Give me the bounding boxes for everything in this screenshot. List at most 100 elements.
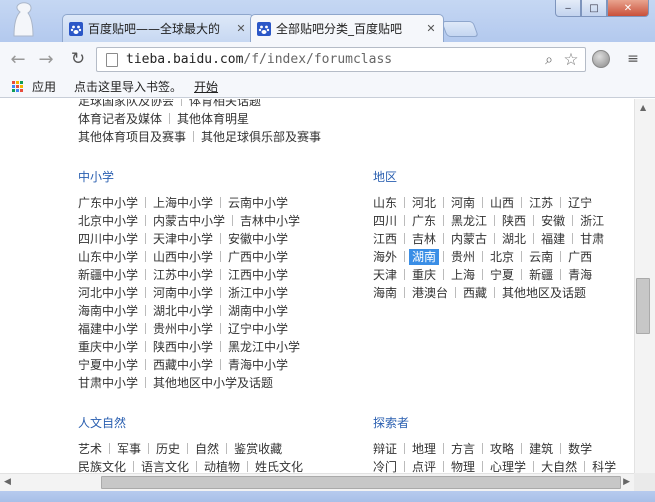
reload-icon[interactable]: ↻ [68, 49, 88, 69]
category-link[interactable]: 甘肃 [580, 232, 604, 246]
category-link[interactable]: 西藏 [463, 286, 487, 300]
category-link[interactable]: 江苏中小学 [153, 268, 213, 282]
category-link[interactable]: 新疆中小学 [78, 268, 138, 282]
category-link[interactable]: 其他体育项目及赛事 [78, 130, 186, 144]
category-link[interactable]: 天津中小学 [153, 232, 213, 246]
category-link[interactable]: 湖南中小学 [228, 304, 288, 318]
scroll-right-arrow-icon[interactable]: ▶ [623, 477, 630, 487]
minimize-button[interactable]: ‒ [555, 0, 581, 17]
category-link[interactable]: 内蒙古中小学 [153, 214, 225, 228]
category-link[interactable]: 物理 [451, 460, 475, 473]
import-bookmarks-link[interactable]: 开始 [194, 78, 218, 95]
category-link[interactable]: 上海中小学 [153, 196, 213, 210]
category-link[interactable]: 民族文化 [78, 460, 126, 473]
apps-grid-icon[interactable] [12, 80, 24, 93]
category-link[interactable]: 地理 [412, 442, 436, 456]
category-link[interactable]: 安徽 [541, 214, 565, 228]
category-link[interactable]: 科学 [592, 460, 616, 473]
category-link[interactable]: 宁夏 [490, 268, 514, 282]
tab-close-icon[interactable]: ✕ [235, 22, 247, 35]
menu-icon[interactable]: ≡ [626, 52, 640, 66]
category-link[interactable]: 四川中小学 [78, 232, 138, 246]
category-link[interactable]: 湖南 [409, 249, 440, 265]
category-link[interactable]: 海南中小学 [78, 304, 138, 318]
scroll-left-arrow-icon[interactable]: ◀ [4, 477, 11, 487]
maximize-button[interactable]: □ [581, 0, 607, 17]
category-link[interactable]: 广东 [412, 214, 436, 228]
url-text[interactable]: tieba.baidu.com/f/index/forumclass [126, 52, 541, 67]
search-icon[interactable]: ⌕ [541, 52, 557, 68]
category-link[interactable]: 河南 [451, 196, 475, 210]
category-link[interactable]: 陕西 [502, 214, 526, 228]
category-link[interactable]: 甘肃中小学 [78, 376, 138, 390]
category-link[interactable]: 其他地区中小学及话题 [153, 376, 273, 390]
vertical-scroll-thumb[interactable] [636, 278, 650, 334]
category-link[interactable]: 大自然 [541, 460, 577, 473]
category-link[interactable]: 鉴赏收藏 [234, 442, 282, 456]
category-link[interactable]: 吉林 [412, 232, 436, 246]
category-link[interactable]: 江苏 [529, 196, 553, 210]
category-link[interactable]: 建筑 [529, 442, 553, 456]
category-link[interactable]: 重庆中小学 [78, 340, 138, 354]
category-link[interactable]: 天津 [373, 268, 397, 282]
category-link[interactable]: 内蒙古 [451, 232, 487, 246]
horizontal-scroll-thumb[interactable] [101, 476, 621, 489]
category-link[interactable]: 安徽中小学 [228, 232, 288, 246]
category-link[interactable]: 攻略 [490, 442, 514, 456]
category-link[interactable]: 广西 [568, 250, 592, 264]
category-link[interactable]: 河北中小学 [78, 286, 138, 300]
category-link[interactable]: 宁夏中小学 [78, 358, 138, 372]
forward-arrow-icon[interactable]: → [36, 49, 56, 70]
category-link[interactable]: 体育相关话题 [189, 99, 261, 108]
back-arrow-icon[interactable]: ← [8, 49, 28, 70]
category-link[interactable]: 辽宁中小学 [228, 322, 288, 336]
section-heading[interactable]: 探索者 [373, 416, 409, 430]
category-link[interactable]: 云南 [529, 250, 553, 264]
category-link[interactable]: 江西中小学 [228, 268, 288, 282]
category-link[interactable]: 河南中小学 [153, 286, 213, 300]
category-link[interactable]: 陕西中小学 [153, 340, 213, 354]
tab-forum-class[interactable]: 全部贴吧分类_百度贴吧 ✕ [250, 14, 444, 42]
category-link[interactable]: 军事 [117, 442, 141, 456]
section-heading[interactable]: 人文自然 [78, 416, 126, 430]
category-link[interactable]: 动植物 [204, 460, 240, 473]
category-link[interactable]: 心理学 [490, 460, 526, 473]
category-link[interactable]: 青海中小学 [228, 358, 288, 372]
tab-close-icon[interactable]: ✕ [425, 22, 437, 35]
category-link[interactable]: 吉林中小学 [240, 214, 300, 228]
category-link[interactable]: 冷门 [373, 460, 397, 473]
category-link[interactable]: 上海 [451, 268, 475, 282]
category-link[interactable]: 其他地区及话题 [502, 286, 586, 300]
category-link[interactable]: 自然 [195, 442, 219, 456]
category-link[interactable]: 浙江 [580, 214, 604, 228]
category-link[interactable]: 江西 [373, 232, 397, 246]
category-link[interactable]: 其他足球俱乐部及赛事 [201, 130, 321, 144]
horizontal-scrollbar[interactable]: ◀ ▶ [0, 473, 634, 491]
category-link[interactable]: 姓氏文化 [255, 460, 303, 473]
category-link[interactable]: 山西中小学 [153, 250, 213, 264]
category-link[interactable]: 港澳台 [412, 286, 448, 300]
category-link[interactable]: 云南中小学 [228, 196, 288, 210]
category-link[interactable]: 北京中小学 [78, 214, 138, 228]
category-link[interactable]: 广西中小学 [228, 250, 288, 264]
category-link[interactable]: 艺术 [78, 442, 102, 456]
category-link[interactable]: 语言文化 [141, 460, 189, 473]
category-link[interactable]: 青海 [568, 268, 592, 282]
category-link[interactable]: 西藏中小学 [153, 358, 213, 372]
category-link[interactable]: 河北 [412, 196, 436, 210]
category-link[interactable]: 广东中小学 [78, 196, 138, 210]
category-link[interactable]: 其他体育明星 [177, 112, 249, 126]
category-link[interactable]: 山东中小学 [78, 250, 138, 264]
category-link[interactable]: 湖北 [502, 232, 526, 246]
scroll-up-arrow-icon[interactable]: ▲ [640, 103, 646, 112]
new-tab-button[interactable] [441, 21, 479, 37]
category-link[interactable]: 北京 [490, 250, 514, 264]
globe-icon[interactable] [592, 50, 610, 68]
category-link[interactable]: 山西 [490, 196, 514, 210]
category-link[interactable]: 点评 [412, 460, 436, 473]
category-link[interactable]: 海外 [373, 250, 397, 264]
category-link[interactable]: 福建中小学 [78, 322, 138, 336]
category-link[interactable]: 足球国家队及协会 [78, 99, 174, 108]
category-link[interactable]: 辩证 [373, 442, 397, 456]
star-icon[interactable]: ☆ [561, 50, 581, 70]
